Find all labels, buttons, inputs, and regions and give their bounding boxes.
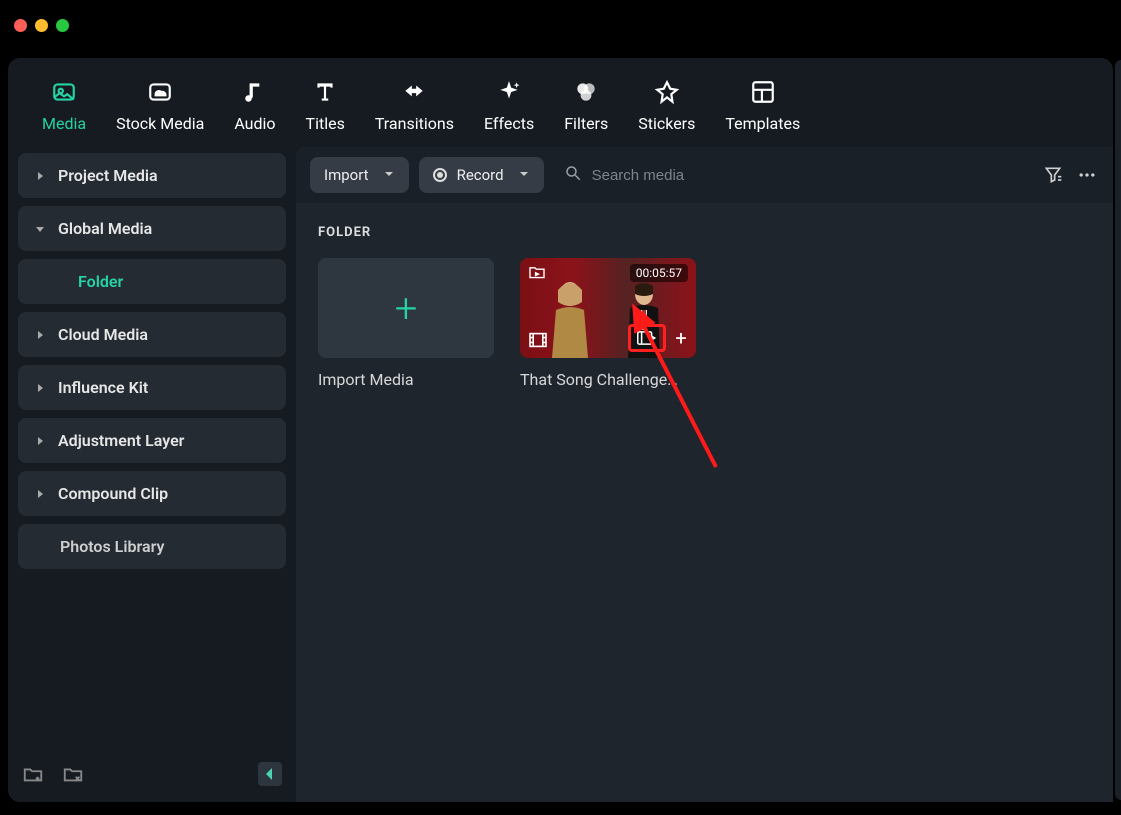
clip-thumbnail[interactable]: 00:05:57 + — [520, 258, 696, 358]
sidebar-footer — [18, 756, 286, 792]
record-icon — [433, 168, 447, 182]
content-area: Project Media Global Media Folder Cloud … — [8, 147, 1113, 802]
tile-import: + Import Media — [318, 258, 494, 389]
more-icon[interactable] — [1075, 163, 1099, 187]
nav-audio[interactable]: Audio — [234, 78, 275, 133]
delete-folder-icon[interactable] — [62, 763, 84, 785]
filters-icon — [572, 78, 600, 106]
chevron-down-icon — [518, 166, 530, 184]
new-folder-icon[interactable] — [22, 763, 44, 785]
nav-filters[interactable]: Filters — [564, 78, 608, 133]
media-toolbar: Import Record — [296, 147, 1113, 203]
media-icon — [50, 78, 78, 106]
tile-label: That Song Challenge… — [520, 370, 696, 389]
sidebar-item-label: Global Media — [58, 219, 152, 238]
filter-icon[interactable] — [1041, 163, 1065, 187]
sidebar-item-photos-library[interactable]: Photos Library — [18, 524, 286, 569]
folder-play-icon — [528, 264, 546, 283]
collapse-sidebar-button[interactable] — [258, 762, 282, 786]
right-panel-strip[interactable] — [1115, 60, 1121, 800]
transition-icon — [400, 78, 428, 106]
scene-detect-button[interactable] — [628, 324, 666, 352]
nav-label: Media — [42, 114, 86, 133]
cloud-icon — [146, 78, 174, 106]
text-icon — [311, 78, 339, 106]
caret-right-icon — [34, 172, 46, 180]
search-input[interactable] — [592, 167, 1031, 184]
search-icon — [564, 164, 582, 186]
sidebar-item-label: Compound Clip — [58, 484, 168, 503]
caret-right-icon — [34, 384, 46, 392]
sidebar-item-compound-clip[interactable]: Compound Clip — [18, 471, 286, 516]
button-label: Record — [457, 166, 504, 184]
tile-label: Import Media — [318, 370, 494, 389]
tile-clip: 00:05:57 + That Song Challeng — [520, 258, 696, 389]
sidebar-item-adjustment-layer[interactable]: Adjustment Layer — [18, 418, 286, 463]
sidebar-item-global-media[interactable]: Global Media — [18, 206, 286, 251]
caret-down-icon — [34, 225, 46, 233]
main-panel: Media Stock Media Audio Titles Transitio… — [8, 58, 1113, 802]
sidebar-item-label: Project Media — [58, 166, 158, 185]
add-to-timeline-button[interactable]: + — [672, 326, 690, 350]
sidebar-item-label: Influence Kit — [58, 378, 148, 397]
top-nav: Media Stock Media Audio Titles Transitio… — [8, 58, 1113, 147]
import-button[interactable]: Import — [310, 157, 409, 193]
sidebar-item-label: Photos Library — [60, 537, 164, 556]
maximize-window[interactable] — [56, 19, 69, 32]
duration-badge: 00:05:57 — [630, 264, 688, 282]
nav-label: Audio — [234, 114, 275, 133]
film-icon — [528, 332, 548, 352]
nav-label: Effects — [484, 114, 534, 133]
nav-label: Transitions — [375, 114, 454, 133]
nav-stickers[interactable]: Stickers — [638, 78, 695, 133]
music-icon — [241, 78, 269, 106]
caret-right-icon — [34, 331, 46, 339]
thumbnail-figure — [548, 280, 592, 358]
caret-right-icon — [34, 437, 46, 445]
plus-icon: + — [395, 285, 418, 332]
sidebar-item-project-media[interactable]: Project Media — [18, 153, 286, 198]
sidebar-item-label: Cloud Media — [58, 325, 148, 344]
media-body: FOLDER + Import Media — [296, 203, 1113, 802]
nav-label: Templates — [725, 114, 800, 133]
sidebar-item-label: Folder — [78, 272, 123, 291]
nav-transitions[interactable]: Transitions — [375, 78, 454, 133]
close-window[interactable] — [14, 19, 27, 32]
record-button[interactable]: Record — [419, 157, 544, 193]
nav-media[interactable]: Media — [42, 78, 86, 133]
sparkle-icon — [495, 78, 523, 106]
window-titlebar — [0, 0, 1121, 50]
sidebar-item-label: Adjustment Layer — [58, 431, 184, 450]
sticker-icon — [653, 78, 681, 106]
section-title: FOLDER — [318, 225, 1091, 240]
media-browser: Import Record — [296, 147, 1113, 802]
templates-icon — [749, 78, 777, 106]
chevron-down-icon — [383, 166, 395, 184]
nav-label: Stock Media — [116, 114, 204, 133]
sidebar-item-folder[interactable]: Folder — [18, 259, 286, 304]
nav-titles[interactable]: Titles — [306, 78, 345, 133]
sidebar: Project Media Global Media Folder Cloud … — [8, 147, 296, 802]
nav-stock-media[interactable]: Stock Media — [116, 78, 204, 133]
search-wrap — [554, 164, 1031, 186]
nav-effects[interactable]: Effects — [484, 78, 534, 133]
thumb-overlay: + — [628, 324, 690, 352]
nav-templates[interactable]: Templates — [725, 78, 800, 133]
caret-right-icon — [34, 490, 46, 498]
sidebar-item-cloud-media[interactable]: Cloud Media — [18, 312, 286, 357]
minimize-window[interactable] — [35, 19, 48, 32]
media-grid: + Import Media — [318, 258, 1091, 389]
nav-label: Filters — [564, 114, 608, 133]
import-media-tile[interactable]: + — [318, 258, 494, 358]
sidebar-item-influence-kit[interactable]: Influence Kit — [18, 365, 286, 410]
nav-label: Stickers — [638, 114, 695, 133]
nav-label: Titles — [306, 114, 345, 133]
button-label: Import — [324, 166, 369, 184]
